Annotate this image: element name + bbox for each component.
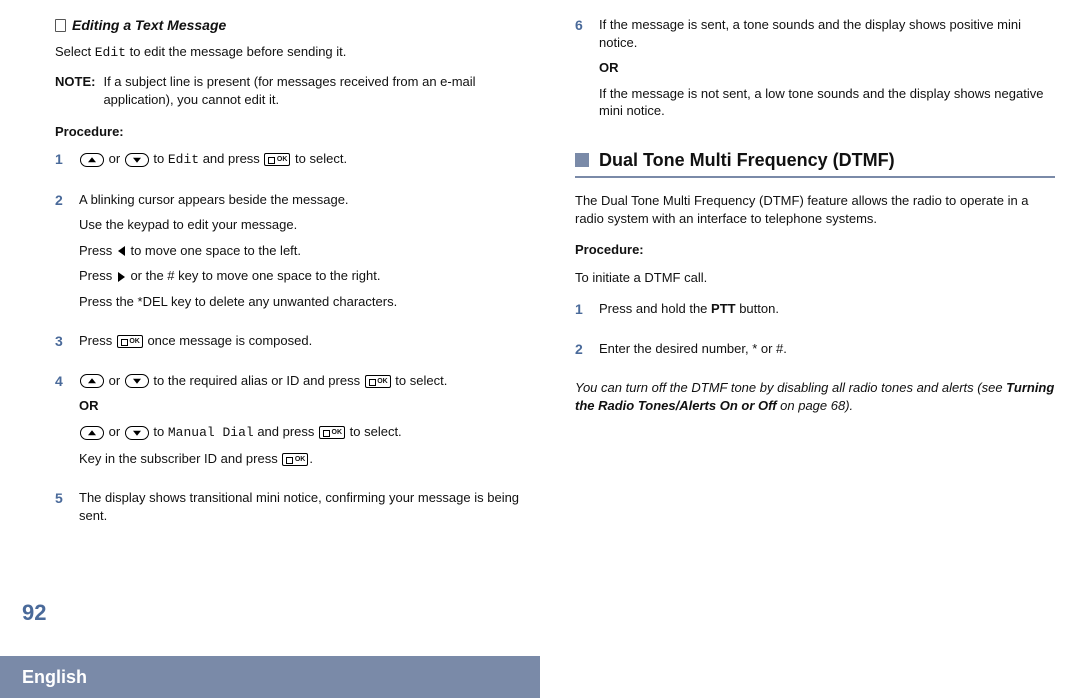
ok-key-icon: OK <box>365 375 391 388</box>
step-body: The display shows transitional mini noti… <box>79 489 535 532</box>
step-body: Press OK once message is composed. <box>79 332 535 358</box>
step-body: or to the required alias or ID and press… <box>79 372 535 475</box>
text-composed: once message is composed. <box>144 333 312 348</box>
edit-literal: Edit <box>168 152 199 167</box>
step-6: 6 If the message is sent, a tone sounds … <box>575 16 1055 128</box>
procedure-label: Procedure: <box>55 123 535 141</box>
procedure-intro: To initiate a DTMF call. <box>575 269 1055 287</box>
left-column: Editing a Text Message Select Edit to ed… <box>55 16 535 546</box>
text-move-left: to move one space to the left. <box>127 243 301 258</box>
text-period: . <box>309 451 313 466</box>
text-press-hold: Press and hold the <box>599 301 711 316</box>
document-icon <box>55 19 66 32</box>
ok-key-icon: OK <box>264 153 290 166</box>
page-number: 92 <box>22 600 46 626</box>
footer-language: English <box>22 667 87 688</box>
down-key-icon <box>125 426 149 440</box>
subheading: Editing a Text Message <box>72 16 226 35</box>
ok-key-icon: OK <box>282 453 308 466</box>
dtmf-step2-text: Enter the desired number, * or #. <box>599 340 1055 358</box>
dtmf-step-1: 1 Press and hold the PTT button. <box>575 300 1055 326</box>
up-key-icon <box>80 374 104 388</box>
square-bullet-icon <box>575 153 589 167</box>
down-key-icon <box>125 374 149 388</box>
step6-text-b: If the message is not sent, a low tone s… <box>599 85 1055 120</box>
page-content: Editing a Text Message Select Edit to ed… <box>55 16 1055 546</box>
or-label: OR <box>79 397 535 415</box>
step2-line-b: Use the keypad to edit your message. <box>79 216 535 234</box>
intro-text-b: to edit the message before sending it. <box>126 44 346 59</box>
section-heading-row: Dual Tone Multi Frequency (DTMF) <box>575 148 1055 172</box>
up-key-icon <box>80 426 104 440</box>
step-4: 4 or to the required alias or ID and pre… <box>55 372 535 475</box>
step-number: 2 <box>575 340 589 366</box>
edit-literal: Edit <box>95 45 126 60</box>
right-column: 6 If the message is sent, a tone sounds … <box>575 16 1055 546</box>
step-number: 1 <box>55 150 69 177</box>
note-block: NOTE: If a subject line is present (for … <box>55 73 535 108</box>
ptt-label: PTT <box>711 301 736 316</box>
dtmf-paragraph: The Dual Tone Multi Frequency (DTMF) fea… <box>575 192 1055 227</box>
up-key-icon <box>80 153 104 167</box>
side-tab: Keypad Microphone Features <box>25 228 50 598</box>
dtmf-step-2: 2 Enter the desired number, * or #. <box>575 340 1055 366</box>
footer-bar: English <box>0 656 540 698</box>
ok-key-icon: OK <box>117 335 143 348</box>
step-2: 2 A blinking cursor appears beside the m… <box>55 191 535 319</box>
step-number: 6 <box>575 16 589 128</box>
step-body: Press and hold the PTT button. <box>599 300 1055 326</box>
text-or: or <box>105 424 124 439</box>
note-text: If a subject line is present (for messag… <box>103 73 535 108</box>
step-number: 2 <box>55 191 69 319</box>
step-3: 3 Press OK once message is composed. <box>55 332 535 358</box>
step-body: If the message is sent, a tone sounds an… <box>599 16 1055 128</box>
procedure-label: Procedure: <box>575 241 1055 259</box>
section-rule <box>575 176 1055 178</box>
or-label: OR <box>599 59 1055 77</box>
step2-line-e: Press the *DEL key to delete any unwante… <box>79 293 535 311</box>
text-press: Press <box>79 333 116 348</box>
right-arrow-icon <box>118 272 125 282</box>
text-select: to select. <box>392 373 448 388</box>
subheading-row: Editing a Text Message <box>55 16 535 35</box>
text-or: or <box>105 151 124 166</box>
intro-paragraph: Select Edit to edit the message before s… <box>55 43 535 62</box>
manual-dial-literal: Manual Dial <box>168 425 254 440</box>
down-key-icon <box>125 153 149 167</box>
text-press: Press <box>79 243 116 258</box>
text-press: Press <box>79 268 116 283</box>
text-button: button. <box>736 301 779 316</box>
step-body: or to Edit and press OK to select. <box>79 150 535 177</box>
text-select: to select. <box>291 151 347 166</box>
step-number: 1 <box>575 300 589 326</box>
text-required-alias: to the required alias or ID and press <box>150 373 364 388</box>
step6-text-a: If the message is sent, a tone sounds an… <box>599 16 1055 51</box>
ital-text-b: on page 68). <box>777 398 854 413</box>
step-body: Enter the desired number, * or #. <box>599 340 1055 366</box>
intro-text-a: Select <box>55 44 95 59</box>
ital-text-a: You can turn off the DTMF tone by disabl… <box>575 380 1006 395</box>
italic-note: You can turn off the DTMF tone by disabl… <box>575 379 1055 414</box>
step-number: 5 <box>55 489 69 532</box>
text-press: and press <box>199 151 263 166</box>
step5-text: The display shows transitional mini noti… <box>79 489 535 524</box>
step-1: 1 or to Edit and press OK to select. <box>55 150 535 177</box>
step2-line-a: A blinking cursor appears beside the mes… <box>79 191 535 209</box>
note-label: NOTE: <box>55 73 95 108</box>
step-body: A blinking cursor appears beside the mes… <box>79 191 535 319</box>
ok-key-icon: OK <box>319 426 345 439</box>
text-to: to <box>150 424 168 439</box>
text-press: and press <box>254 424 318 439</box>
text-move-right: or the # key to move one space to the ri… <box>127 268 381 283</box>
step-number: 4 <box>55 372 69 475</box>
text-select: to select. <box>346 424 402 439</box>
section-heading: Dual Tone Multi Frequency (DTMF) <box>599 148 895 172</box>
text-keyin: Key in the subscriber ID and press <box>79 451 281 466</box>
left-arrow-icon <box>118 246 125 256</box>
text-or: or <box>105 373 124 388</box>
text-to: to <box>150 151 168 166</box>
step-number: 3 <box>55 332 69 358</box>
step-5: 5 The display shows transitional mini no… <box>55 489 535 532</box>
